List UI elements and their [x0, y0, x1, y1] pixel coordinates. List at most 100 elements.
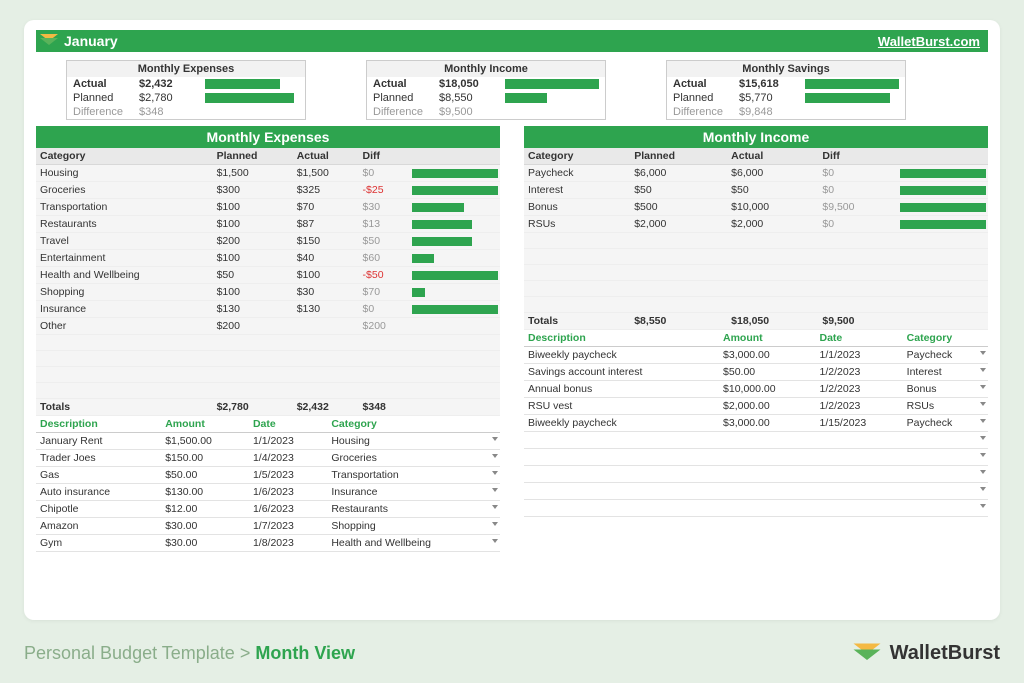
table-row[interactable]: Restaurants$100$87$13	[36, 216, 500, 233]
table-row[interactable]: Entertainment$100$40$60	[36, 250, 500, 267]
tx-row[interactable]	[524, 500, 988, 517]
table-row[interactable]	[524, 297, 988, 313]
chevron-down-icon[interactable]	[980, 504, 986, 508]
tx-col-header[interactable]: Category	[903, 330, 988, 347]
tx-row[interactable]	[524, 449, 988, 466]
table-row[interactable]	[524, 265, 988, 281]
expenses-column: Monthly Expenses CategoryPlannedActualDi…	[36, 126, 500, 552]
income-transactions: DescriptionAmountDateCategoryBiweekly pa…	[524, 330, 988, 517]
page-footer: Personal Budget Template > Month View Wa…	[24, 642, 1000, 665]
tx-col-header[interactable]: Description	[36, 416, 161, 433]
chevron-down-icon[interactable]	[492, 522, 498, 526]
summary-card: Monthly SavingsActual$15,618Planned$5,77…	[666, 60, 906, 120]
table-row[interactable]	[524, 249, 988, 265]
chevron-down-icon[interactable]	[980, 470, 986, 474]
table-row[interactable]: RSUs$2,000$2,000$0	[524, 216, 988, 233]
expenses-header: Monthly Expenses	[36, 126, 500, 148]
spreadsheet-sheet: January WalletBurst.com Monthly Expenses…	[24, 20, 1000, 620]
summary-title: Monthly Savings	[667, 61, 905, 77]
chevron-down-icon[interactable]	[492, 539, 498, 543]
tx-col-header[interactable]: Amount	[161, 416, 249, 433]
chevron-down-icon[interactable]	[492, 488, 498, 492]
chevron-down-icon[interactable]	[492, 505, 498, 509]
tx-col-header[interactable]: Category	[327, 416, 500, 433]
tx-col-header[interactable]: Date	[249, 416, 327, 433]
income-table: CategoryPlannedActualDiffPaycheck$6,000$…	[524, 148, 988, 330]
summary-cards: Monthly ExpensesActual$2,432Planned$2,78…	[66, 60, 958, 120]
chevron-down-icon[interactable]	[492, 454, 498, 458]
income-column: Monthly Income CategoryPlannedActualDiff…	[524, 126, 988, 552]
table-row[interactable]: Bonus$500$10,000$9,500	[524, 199, 988, 216]
chevron-down-icon[interactable]	[980, 487, 986, 491]
table-row[interactable]	[36, 351, 500, 367]
month-title: January	[64, 33, 118, 49]
tx-col-header[interactable]: Amount	[719, 330, 815, 347]
title-bar: January WalletBurst.com	[36, 30, 988, 52]
table-row[interactable]: Groceries$300$325-$25	[36, 182, 500, 199]
col-header[interactable]: Planned	[630, 148, 727, 165]
chevron-down-icon[interactable]	[980, 419, 986, 423]
chevron-down-icon[interactable]	[980, 385, 986, 389]
summary-title: Monthly Income	[367, 61, 605, 77]
site-link[interactable]: WalletBurst.com	[878, 34, 980, 49]
tx-row[interactable]: Auto insurance$130.001/6/2023Insurance	[36, 484, 500, 501]
expense-transactions: DescriptionAmountDateCategoryJanuary Ren…	[36, 416, 500, 552]
chevron-down-icon[interactable]	[492, 437, 498, 441]
chevron-down-icon[interactable]	[980, 368, 986, 372]
summary-card: Monthly IncomeActual$18,050Planned$8,550…	[366, 60, 606, 120]
tx-row[interactable]: Amazon$30.001/7/2023Shopping	[36, 518, 500, 535]
table-row[interactable]: Housing$1,500$1,500$0	[36, 165, 500, 182]
table-row[interactable]	[524, 281, 988, 297]
tx-row[interactable]	[524, 466, 988, 483]
tx-row[interactable]: Gas$50.001/5/2023Transportation	[36, 467, 500, 484]
breadcrumb: Personal Budget Template > Month View	[24, 643, 355, 664]
col-header[interactable]: Diff	[359, 148, 410, 165]
summary-title: Monthly Expenses	[67, 61, 305, 77]
chevron-down-icon[interactable]	[980, 402, 986, 406]
tx-col-header[interactable]: Description	[524, 330, 719, 347]
tx-row[interactable]: Gym$30.001/8/2023Health and Wellbeing	[36, 535, 500, 552]
tx-row[interactable]: Savings account interest$50.001/2/2023In…	[524, 364, 988, 381]
chevron-down-icon[interactable]	[980, 436, 986, 440]
crumb-root: Personal Budget Template	[24, 643, 235, 663]
tx-row[interactable]: January Rent$1,500.001/1/2023Housing	[36, 433, 500, 450]
col-header[interactable]: Diff	[818, 148, 898, 165]
brand-name: WalletBurst	[890, 642, 1000, 665]
tx-col-header[interactable]: Date	[816, 330, 903, 347]
table-row[interactable]: Travel$200$150$50	[36, 233, 500, 250]
tx-row[interactable]: Chipotle$12.001/6/2023Restaurants	[36, 501, 500, 518]
table-row[interactable]: Interest$50$50$0	[524, 182, 988, 199]
table-row[interactable]	[36, 367, 500, 383]
table-row[interactable]: Other$200$200	[36, 318, 500, 335]
col-header[interactable]: Category	[36, 148, 213, 165]
income-header: Monthly Income	[524, 126, 988, 148]
table-row[interactable]	[36, 335, 500, 351]
tx-row[interactable]: Biweekly paycheck$3,000.001/1/2023Payche…	[524, 347, 988, 364]
tx-row[interactable]: RSU vest$2,000.001/2/2023RSUs	[524, 398, 988, 415]
tx-row[interactable]: Annual bonus$10,000.001/2/2023Bonus	[524, 381, 988, 398]
tx-row[interactable]: Biweekly paycheck$3,000.001/15/2023Paych…	[524, 415, 988, 432]
table-row[interactable]: Health and Wellbeing$50$100-$50	[36, 267, 500, 284]
totals-row: Totals$2,780$2,432$348	[36, 399, 500, 416]
tx-row[interactable]	[524, 483, 988, 500]
chevron-down-icon[interactable]	[980, 351, 986, 355]
expenses-table: CategoryPlannedActualDiffHousing$1,500$1…	[36, 148, 500, 416]
table-row[interactable]	[524, 233, 988, 249]
table-row[interactable]: Transportation$100$70$30	[36, 199, 500, 216]
table-row[interactable]	[36, 383, 500, 399]
walletburst-icon	[40, 34, 58, 48]
chevron-down-icon[interactable]	[492, 471, 498, 475]
col-header[interactable]: Actual	[293, 148, 359, 165]
col-header[interactable]: Planned	[213, 148, 293, 165]
table-row[interactable]: Insurance$130$130$0	[36, 301, 500, 318]
brand: WalletBurst	[858, 642, 1000, 665]
tx-row[interactable]: Trader Joes$150.001/4/2023Groceries	[36, 450, 500, 467]
table-row[interactable]: Paycheck$6,000$6,000$0	[524, 165, 988, 182]
totals-row: Totals$8,550$18,050$9,500	[524, 313, 988, 330]
col-header[interactable]: Category	[524, 148, 630, 165]
col-header[interactable]: Actual	[727, 148, 818, 165]
tx-row[interactable]	[524, 432, 988, 449]
chevron-down-icon[interactable]	[980, 453, 986, 457]
table-row[interactable]: Shopping$100$30$70	[36, 284, 500, 301]
crumb-sep: >	[240, 643, 251, 663]
